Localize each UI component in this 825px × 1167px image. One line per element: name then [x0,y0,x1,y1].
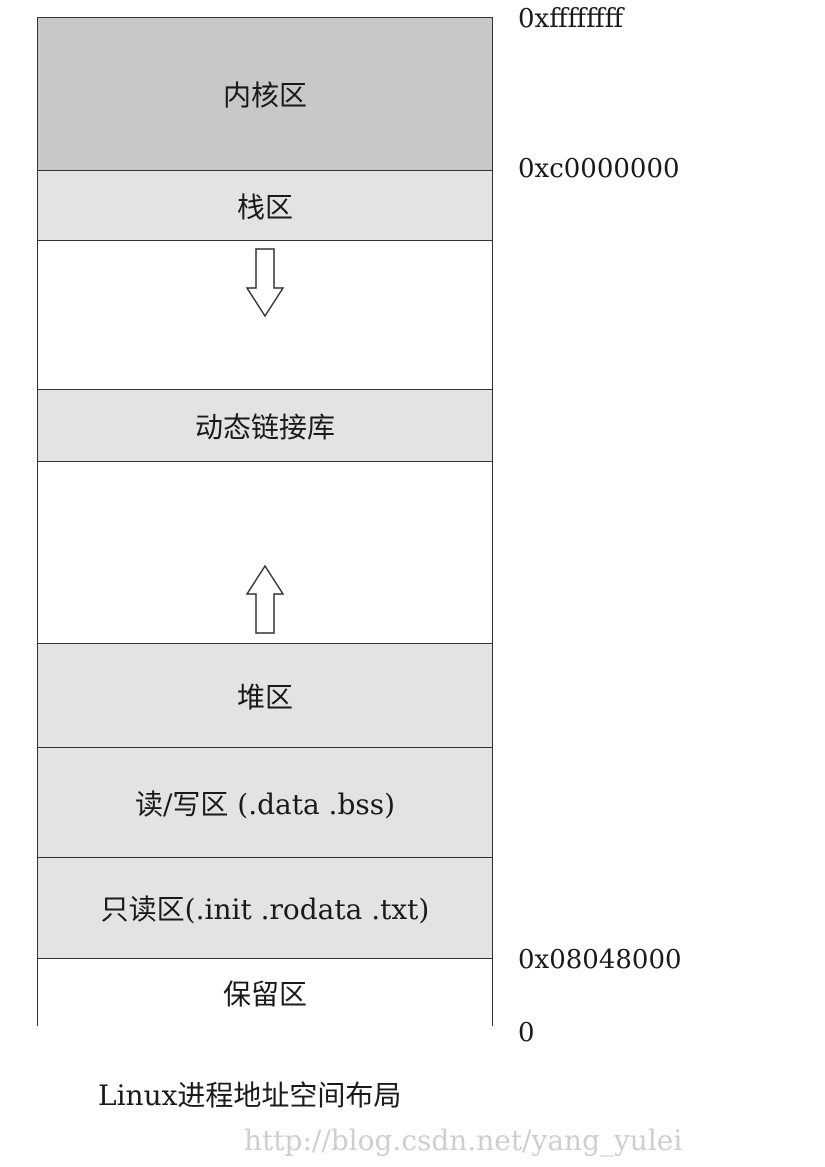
segment-reserved-label: 保留区 [222,978,307,1011]
address-zero-label: 0 [518,1018,535,1048]
segment-dynamic-library-label: 动态链接库 [194,410,335,444]
segment-read-only: 只读区(.init .rodata .txt) [38,858,492,959]
segment-read-write: 读/写区 (.data .bss) [38,748,492,858]
segment-read-write-label: 读/写区 (.data .bss) [134,787,396,821]
address-top-label: 0xffffffff [518,4,624,34]
watermark-text: http://blog.csdn.net/yang_yulei [244,1124,683,1157]
segment-read-only-label: 只读区(.init .rodata .txt) [100,893,430,926]
down-arrow-icon [38,248,492,318]
segment-stack-label: 栈区 [236,190,293,224]
segment-heap-label: 堆区 [236,680,293,714]
address-kernel-start-label: 0xc0000000 [518,154,680,184]
segment-kernel: 内核区 [38,18,492,171]
segment-dynamic-library: 动态链接库 [38,390,492,462]
segment-stack: 栈区 [38,171,492,241]
segment-heap: 堆区 [38,644,492,748]
address-space-diagram: 内核区 栈区 动态链接库 堆区 读/写区 (.data .bss) 只读区(.i… [37,17,493,1027]
segment-kernel-label: 内核区 [222,79,307,112]
address-text-start-label: 0x08048000 [518,945,682,975]
up-arrow-icon [38,564,492,634]
segment-reserved: 保留区 [38,959,492,1027]
diagram-caption: Linux进程地址空间布局 [98,1079,402,1112]
